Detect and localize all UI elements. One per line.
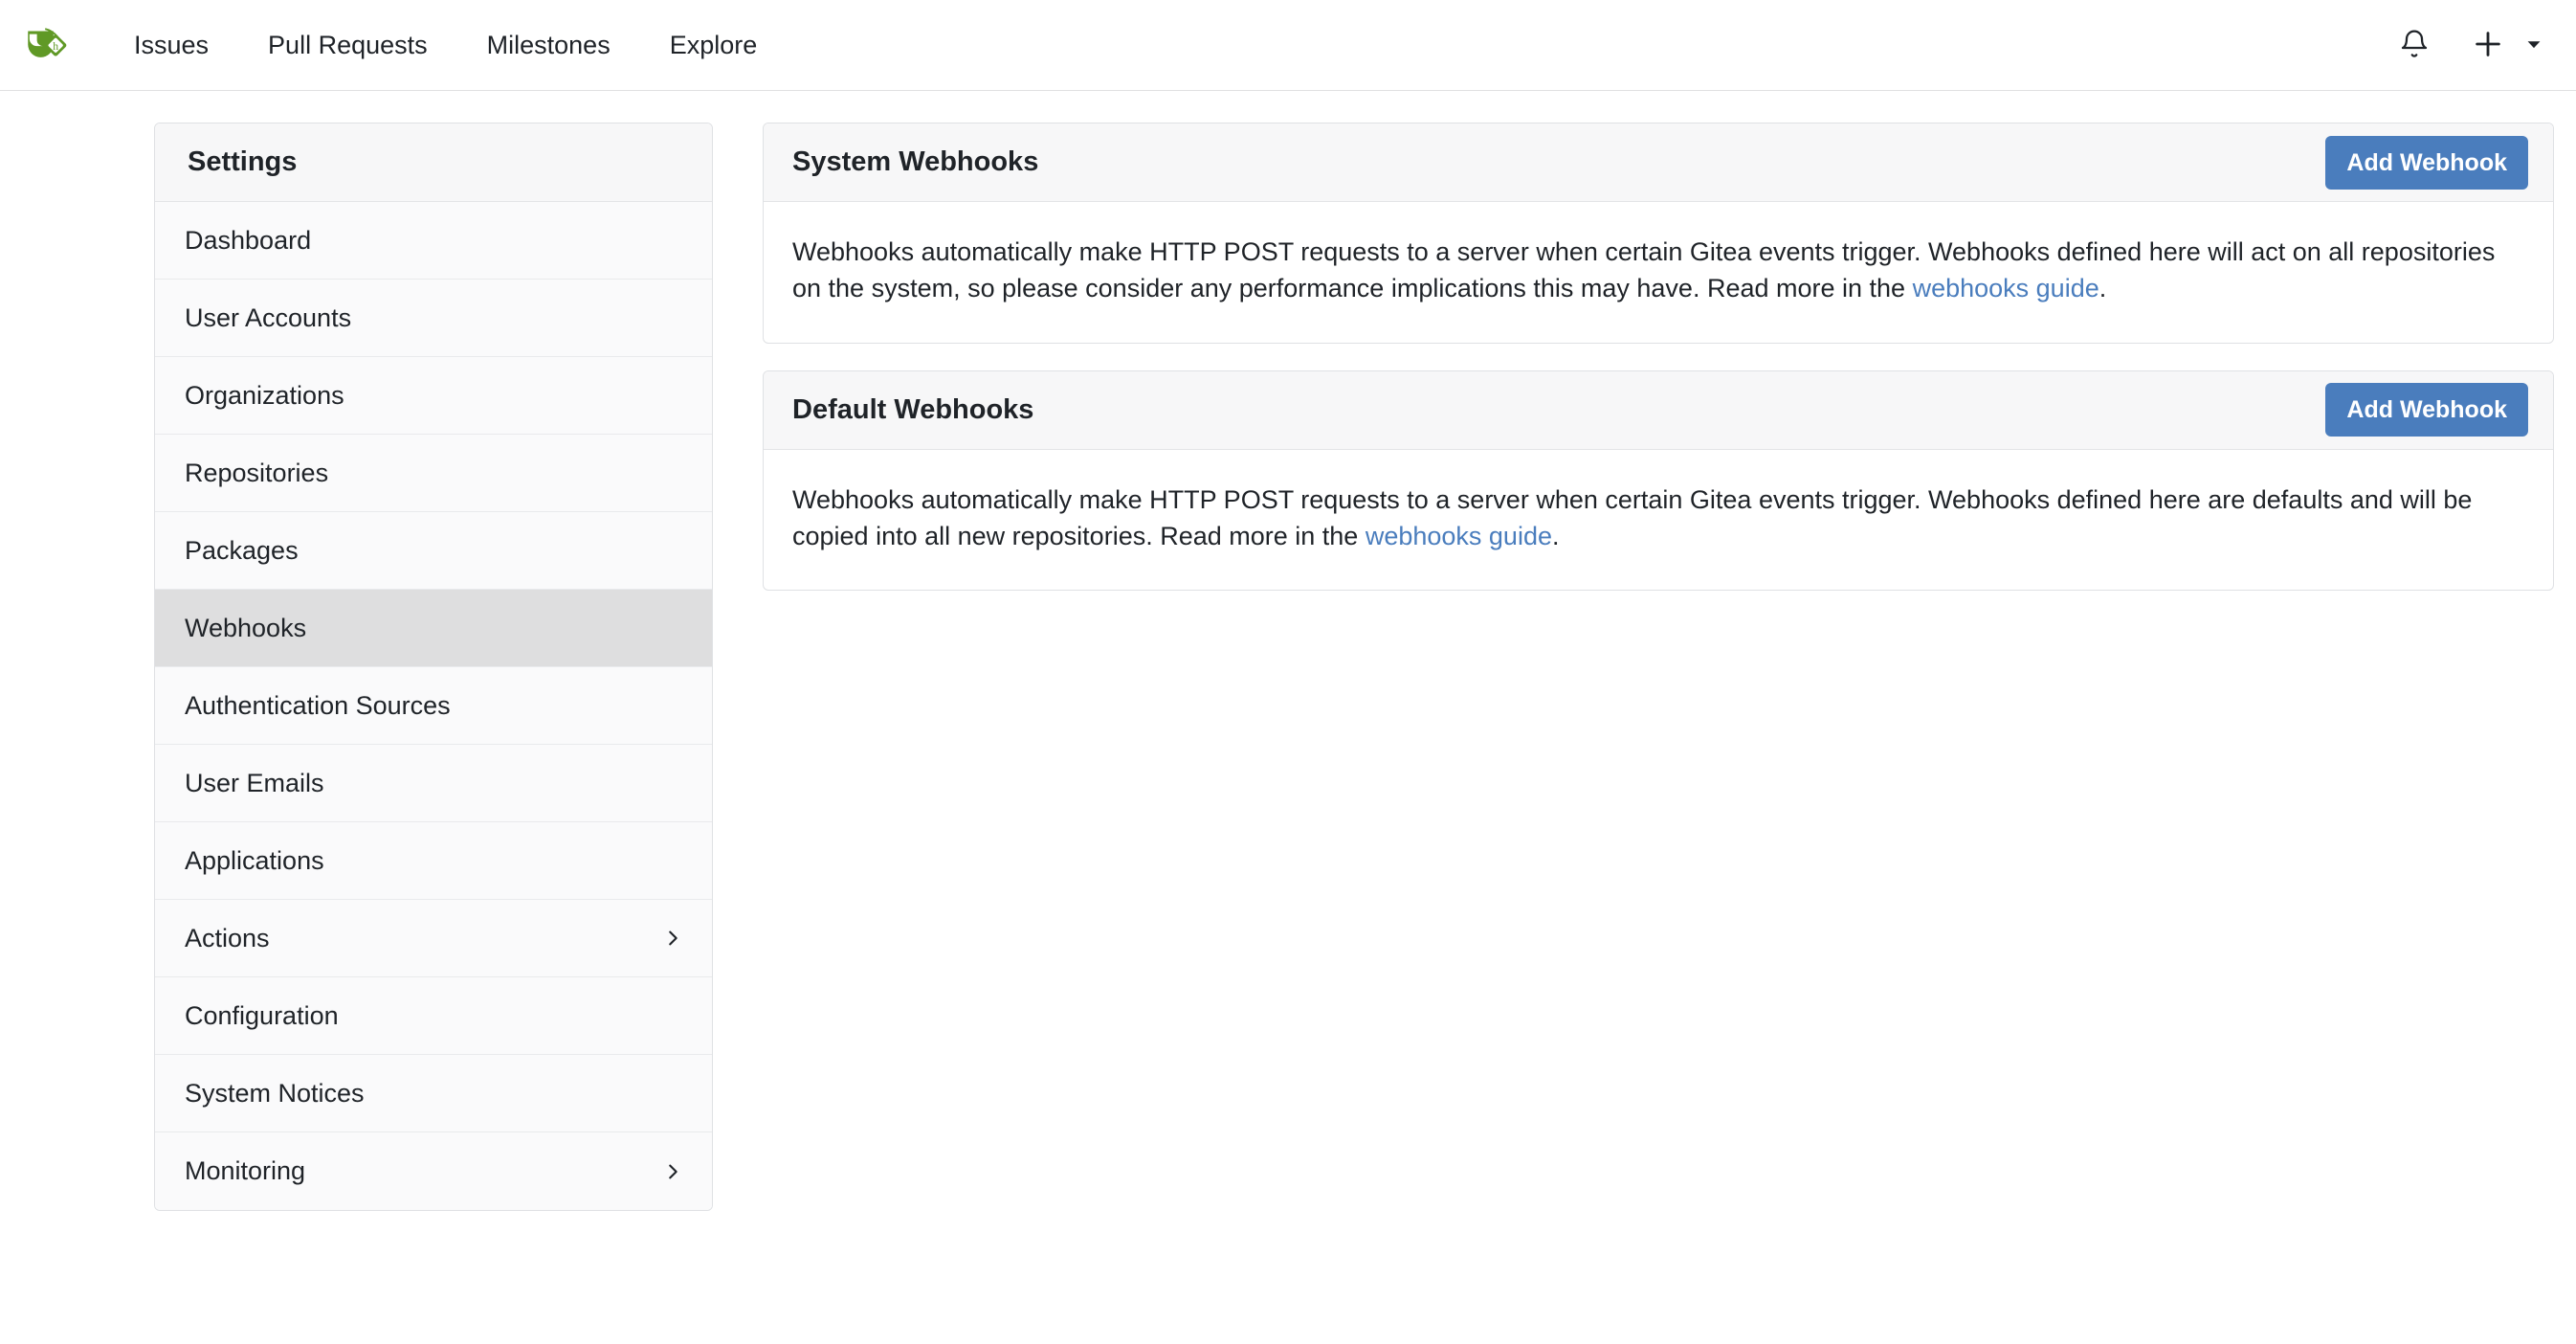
sidebar-item-packages[interactable]: Packages: [155, 512, 712, 590]
plus-icon: [2472, 28, 2504, 63]
nav-link-issues[interactable]: Issues: [134, 23, 209, 68]
gitea-teacup-logo-icon: h: [22, 19, 70, 72]
sidebar-item-label: Applications: [185, 845, 324, 875]
sidebar-item-label: User Accounts: [185, 302, 352, 332]
sidebar-item-dashboard[interactable]: Dashboard: [155, 202, 712, 280]
settings-sidebar: Settings Dashboard User Accounts Organiz…: [154, 123, 713, 1211]
sidebar-item-user-accounts[interactable]: User Accounts: [155, 280, 712, 357]
description-text-before-link: Webhooks automatically make HTTP POST re…: [792, 237, 2496, 303]
nav-link-explore[interactable]: Explore: [670, 23, 758, 68]
svg-text:h: h: [53, 40, 58, 53]
gitea-logo-link[interactable]: h: [21, 20, 71, 70]
sidebar-item-label: User Emails: [185, 768, 324, 797]
create-new-dropdown-button[interactable]: [2517, 24, 2551, 66]
sidebar-item-label: Organizations: [185, 380, 344, 410]
sidebar-item-label: Packages: [185, 535, 299, 565]
description-text-after-link: .: [2099, 274, 2107, 303]
sidebar-title: Settings: [188, 146, 298, 177]
sidebar-item-applications[interactable]: Applications: [155, 822, 712, 900]
sidebar-item-label: Repositories: [185, 458, 329, 487]
webhooks-guide-link-system[interactable]: webhooks guide: [1913, 274, 2099, 302]
default-webhooks-panel-body: Webhooks automatically make HTTP POST re…: [764, 450, 2553, 591]
sidebar-item-configuration[interactable]: Configuration: [155, 977, 712, 1055]
sidebar-item-monitoring[interactable]: Monitoring: [155, 1132, 712, 1210]
main-content: System Webhooks Add Webhook Webhooks aut…: [763, 123, 2554, 617]
system-webhooks-panel-body: Webhooks automatically make HTTP POST re…: [764, 202, 2553, 343]
page-content: Settings Dashboard User Accounts Organiz…: [0, 91, 2576, 1344]
system-webhooks-title: System Webhooks: [792, 146, 1039, 177]
primary-nav: Issues Pull Requests Milestones Explore: [134, 23, 816, 68]
default-webhooks-panel-header: Default Webhooks Add Webhook: [764, 370, 2553, 450]
description-text-before-link: Webhooks automatically make HTTP POST re…: [792, 484, 2473, 550]
bell-icon: [2399, 29, 2430, 62]
sidebar-item-label: Configuration: [185, 1000, 339, 1030]
webhooks-guide-link-default[interactable]: webhooks guide: [1366, 522, 1552, 550]
chevron-right-icon: [660, 926, 685, 951]
sidebar-item-actions[interactable]: Actions: [155, 900, 712, 977]
sidebar-item-webhooks[interactable]: Webhooks: [155, 590, 712, 667]
default-webhooks-description: Webhooks automatically make HTTP POST re…: [792, 482, 2524, 555]
system-webhooks-panel-header: System Webhooks Add Webhook: [764, 123, 2553, 202]
description-text-after-link: .: [1551, 521, 1560, 550]
navbar-right-actions: [2388, 19, 2551, 71]
sidebar-item-organizations[interactable]: Organizations: [155, 357, 712, 435]
add-webhook-button-system[interactable]: Add Webhook: [2325, 135, 2528, 190]
sidebar-item-label: Dashboard: [185, 225, 312, 255]
sidebar-header: Settings: [155, 123, 712, 202]
sidebar-item-user-emails[interactable]: User Emails: [155, 745, 712, 822]
nav-link-pull-requests[interactable]: Pull Requests: [268, 23, 428, 68]
chevron-right-icon: [660, 1159, 685, 1184]
nav-link-milestones[interactable]: Milestones: [487, 23, 611, 68]
create-new-button[interactable]: [2467, 24, 2509, 66]
sidebar-item-label: Monitoring: [185, 1156, 306, 1185]
add-webhook-button-default[interactable]: Add Webhook: [2325, 383, 2528, 437]
default-webhooks-title: Default Webhooks: [792, 393, 1034, 425]
sidebar-item-system-notices[interactable]: System Notices: [155, 1055, 712, 1132]
top-navbar: h Issues Pull Requests Milestones Explor…: [0, 0, 2576, 91]
system-webhooks-description: Webhooks automatically make HTTP POST re…: [792, 234, 2524, 307]
sidebar-item-label: Authentication Sources: [185, 690, 451, 720]
system-webhooks-panel: System Webhooks Add Webhook Webhooks aut…: [763, 123, 2554, 344]
sidebar-item-label: Webhooks: [185, 613, 307, 642]
default-webhooks-panel: Default Webhooks Add Webhook Webhooks au…: [763, 370, 2554, 592]
sidebar-item-repositories[interactable]: Repositories: [155, 435, 712, 512]
sidebar-item-label: System Notices: [185, 1078, 365, 1108]
sidebar-item-label: Actions: [185, 923, 270, 952]
chevron-down-icon: [2523, 34, 2544, 57]
notifications-button[interactable]: [2388, 19, 2440, 71]
sidebar-item-authentication-sources[interactable]: Authentication Sources: [155, 667, 712, 745]
